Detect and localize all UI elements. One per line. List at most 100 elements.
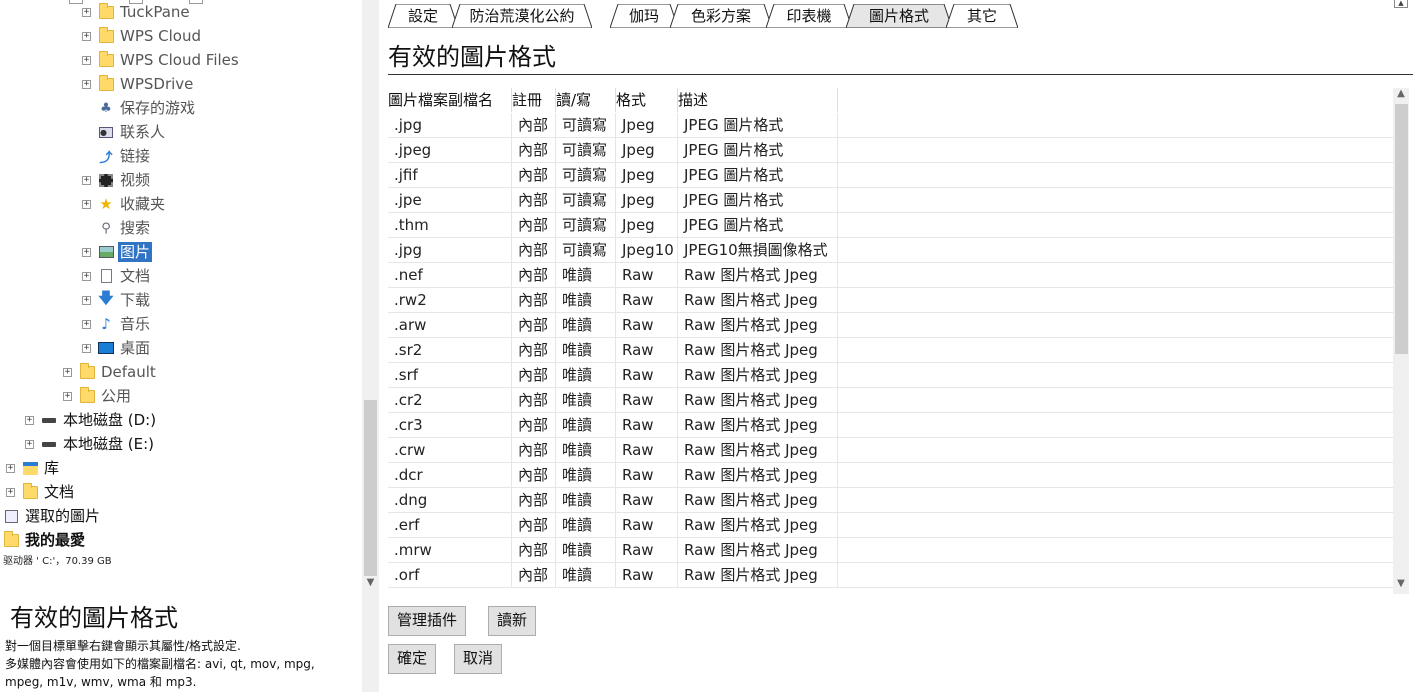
scrollbar-thumb[interactable] — [1395, 104, 1408, 354]
expand-plus-icon[interactable]: + — [82, 271, 91, 281]
column-header[interactable]: 描述 — [678, 88, 838, 112]
table-row[interactable]: .sr2 內部 唯讀 Raw Raw 图片格式 Jpeg — [388, 338, 1393, 363]
table-row[interactable]: .jpe 內部 可讀寫 Jpeg JPEG 圖片格式 — [388, 188, 1393, 213]
tree-item[interactable]: + 桌面 — [82, 337, 152, 359]
table-row[interactable]: .dcr 內部 唯讀 Raw Raw 图片格式 Jpeg — [388, 463, 1393, 488]
table-row[interactable]: .erf 內部 唯讀 Raw Raw 图片格式 Jpeg — [388, 513, 1393, 538]
selected-pictures-icon — [3, 508, 19, 524]
expand-plus-icon[interactable]: + — [82, 343, 91, 353]
tree-item[interactable]: + ★ 收藏夹 — [82, 193, 167, 215]
folder-tree[interactable]: + TuckPane + WPS Cloud + WPS Cloud Files + WPSD… — [0, 0, 362, 590]
scroll-up-arrow-icon[interactable]: ▲ — [1393, 88, 1409, 99]
tree-item[interactable]: + 本地磁盘 (D:) — [25, 409, 158, 431]
tree-item[interactable]: 選取的圖片 — [0, 505, 102, 527]
expand-plus-icon[interactable]: + — [82, 247, 91, 257]
column-header[interactable]: 註冊 — [512, 88, 556, 112]
tree-item[interactable]: 我的最愛 — [0, 529, 87, 551]
table-row[interactable]: .srf 內部 唯讀 Raw Raw 图片格式 Jpeg — [388, 363, 1393, 388]
tree-item[interactable]: + 文档 — [6, 481, 76, 503]
expand-plus-icon[interactable]: + — [25, 415, 34, 425]
table-row[interactable]: .cr3 內部 唯讀 Raw Raw 图片格式 Jpeg — [388, 413, 1393, 438]
description-line: mpeg, m1v, wmv, wma 和 mp3. — [5, 675, 197, 689]
tree-item[interactable]: + 🡇 下载 — [82, 289, 152, 311]
table-cell: 內部 — [512, 388, 556, 413]
expand-plus-icon[interactable]: + — [63, 367, 72, 377]
tab-3[interactable]: 色彩方案 — [670, 4, 772, 28]
scrollbar-thumb[interactable] — [364, 400, 377, 576]
tab-5[interactable]: 圖片格式 — [846, 4, 952, 28]
expand-plus-icon[interactable]: + — [6, 463, 15, 473]
cancel-button[interactable]: 取消 — [454, 644, 503, 674]
tab-4[interactable]: 印表機 — [766, 4, 852, 28]
expand-plus-icon[interactable]: + — [63, 391, 72, 401]
tree-item[interactable]: + TuckPane — [82, 1, 192, 23]
expand-plus-icon[interactable]: + — [6, 487, 15, 497]
tree-item[interactable]: + WPSDrive — [82, 73, 195, 95]
table-cell: Raw 图片格式 Jpeg — [678, 538, 838, 563]
app-window: + TuckPane + WPS Cloud + WPS Cloud Files + WPSD… — [0, 0, 1424, 692]
tree-item[interactable]: + 公用 — [63, 385, 133, 407]
expand-plus-icon[interactable]: + — [82, 199, 91, 209]
table-row[interactable]: .crw 內部 唯讀 Raw Raw 图片格式 Jpeg — [388, 438, 1393, 463]
manage-plugins-button[interactable]: 管理插件 — [388, 606, 467, 636]
tree-item[interactable]: + WPS Cloud — [82, 25, 203, 47]
column-header[interactable]: 圖片檔案副檔名 — [388, 88, 512, 112]
expand-plus-icon[interactable]: + — [82, 175, 91, 185]
table-row[interactable]: .thm 內部 可讀寫 Jpeg JPEG 圖片格式 — [388, 213, 1393, 238]
table-row[interactable]: .rw2 內部 唯讀 Raw Raw 图片格式 Jpeg — [388, 288, 1393, 313]
table-row[interactable]: .mrw 內部 唯讀 Raw Raw 图片格式 Jpeg — [388, 538, 1393, 563]
tab-0[interactable]: 設定 — [388, 4, 458, 28]
tree-item-label: 下载 — [120, 291, 151, 309]
refresh-button[interactable]: 讀新 — [488, 606, 537, 636]
table-row[interactable]: .cr2 內部 唯讀 Raw Raw 图片格式 Jpeg — [388, 388, 1393, 413]
ok-button[interactable]: 確定 — [388, 644, 437, 674]
table-row[interactable]: .nef 內部 唯讀 Raw Raw 图片格式 Jpeg — [388, 263, 1393, 288]
table-row[interactable]: .jfif 內部 可讀寫 Jpeg JPEG 圖片格式 — [388, 163, 1393, 188]
expand-plus-icon[interactable]: + — [82, 31, 91, 41]
expand-plus-icon[interactable]: + — [82, 7, 91, 17]
table-row[interactable]: .orf 內部 唯讀 Raw Raw 图片格式 Jpeg — [388, 563, 1393, 588]
tree-item[interactable]: + WPS Cloud Files — [82, 49, 241, 71]
tree-item-label: 保存的游戏 — [120, 99, 196, 117]
table-cell: .jpg — [388, 238, 512, 263]
table-scrollbar[interactable]: ▲ ▼ — [1393, 88, 1409, 594]
tree-item[interactable]: ♣ 保存的游戏 — [82, 97, 197, 119]
tree-item[interactable]: + 图片 — [82, 241, 153, 263]
column-header[interactable]: 格式 — [616, 88, 678, 112]
scroll-down-arrow-icon[interactable]: ▼ — [362, 577, 379, 588]
table-row[interactable]: .jpeg 內部 可讀寫 Jpeg JPEG 圖片格式 — [388, 138, 1393, 163]
table-cell: 內部 — [512, 413, 556, 438]
tree-item[interactable]: ● 联系人 — [82, 121, 167, 143]
expand-plus-icon[interactable]: + — [82, 79, 91, 89]
expand-plus-icon[interactable]: + — [82, 295, 91, 305]
table-row[interactable]: .arw 內部 唯讀 Raw Raw 图片格式 Jpeg — [388, 313, 1393, 338]
scroll-down-arrow-icon[interactable]: ▼ — [1393, 578, 1409, 589]
tree-item[interactable]: ⤴ 链接 — [82, 145, 152, 167]
table-cell: .mrw — [388, 538, 512, 563]
tab-6[interactable]: 其它 — [946, 4, 1018, 28]
tree-item[interactable]: + 文档 — [82, 265, 152, 287]
tree-item[interactable]: ⚲ 搜索 — [82, 217, 152, 239]
tree-item[interactable]: + ♪ 音乐 — [82, 313, 152, 335]
tree-item[interactable]: + Default — [63, 361, 158, 383]
table-row[interactable]: .jpg 內部 可讀寫 Jpeg10 JPEG10無損圖像格式 — [388, 238, 1393, 263]
tree-item[interactable]: + 库 — [6, 457, 61, 479]
chevron-up-icon[interactable]: ▲ — [1394, 0, 1408, 8]
table-row[interactable]: .dng 內部 唯讀 Raw Raw 图片格式 Jpeg — [388, 488, 1393, 513]
tree-item[interactable]: + 视频 — [82, 169, 152, 191]
table-cell: JPEG10無損圖像格式 — [678, 238, 838, 263]
documents-icon — [98, 268, 114, 284]
tab-2[interactable]: 伽玛 — [610, 4, 678, 28]
tab-1[interactable]: 防治荒漠化公約 — [452, 4, 592, 28]
tree-item[interactable]: + 本地磁盘 (E:) — [25, 433, 156, 455]
table-row[interactable]: .jpg 內部 可讀寫 Jpeg JPEG 圖片格式 — [388, 113, 1393, 138]
tree-item-label: 公用 — [101, 387, 132, 405]
expand-plus-icon[interactable]: + — [82, 319, 91, 329]
expand-plus-icon[interactable]: + — [25, 439, 34, 449]
tree-item-label: 链接 — [120, 147, 151, 165]
column-header[interactable]: 讀/寫 — [556, 88, 616, 112]
tree-item-label: 收藏夹 — [120, 195, 166, 213]
table-cell: Raw 图片格式 Jpeg — [678, 338, 838, 363]
expand-plus-icon[interactable]: + — [82, 55, 91, 65]
tree-scrollbar[interactable]: ▼ — [362, 0, 379, 692]
